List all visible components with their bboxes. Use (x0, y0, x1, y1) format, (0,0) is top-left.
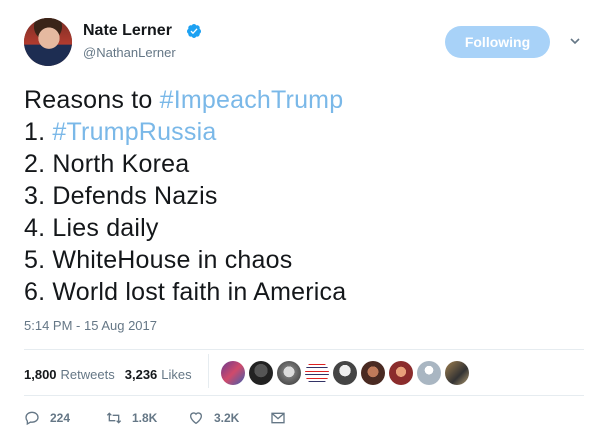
liker-avatar[interactable] (417, 361, 441, 385)
like-button[interactable]: 3.2K (188, 410, 270, 426)
retweets-count[interactable]: 1,800 (24, 367, 57, 382)
reply-count: 224 (50, 411, 71, 425)
liker-avatar[interactable] (333, 361, 357, 385)
following-button[interactable]: Following (445, 26, 550, 58)
tweet-line: Reasons to #ImpeachTrump (24, 84, 346, 116)
likes-count[interactable]: 3,236 (125, 367, 158, 382)
liker-avatars (221, 361, 469, 385)
divider (24, 349, 584, 350)
liker-avatar[interactable] (389, 361, 413, 385)
tweet-stats: 1,800 Retweets 3,236 Likes (24, 362, 202, 386)
retweet-count: 1.8K (132, 411, 158, 425)
hashtag-link[interactable]: #TrumpRussia (52, 118, 216, 146)
tweet-actions: 224 1.8K 3.2K (24, 410, 286, 426)
stats-separator (208, 354, 209, 388)
liker-avatar[interactable] (277, 361, 301, 385)
envelope-icon (271, 412, 285, 424)
author-avatar[interactable] (24, 18, 72, 66)
tweet-line: 3. Defends Nazis (24, 182, 218, 210)
like-count: 3.2K (214, 411, 240, 425)
heart-icon (189, 412, 203, 425)
tweet-line: 5. WhiteHouse in chaos (24, 246, 293, 274)
divider (24, 395, 584, 396)
tweet-line: 1. #TrumpRussia (24, 116, 346, 148)
liker-avatar[interactable] (361, 361, 385, 385)
likes-label[interactable]: Likes (161, 367, 191, 382)
tweet-line: 2. North Korea (24, 150, 190, 178)
verified-badge-icon (187, 24, 201, 38)
tweet-text-segment: Reasons to (24, 86, 160, 114)
tweet-text-segment: 1. (24, 118, 53, 146)
tweet-timestamp[interactable]: 5:14 PM - 15 Aug 2017 (24, 318, 157, 333)
tweet-text: Reasons to #ImpeachTrump 1. #TrumpRussia… (24, 84, 346, 308)
reply-icon (25, 411, 39, 426)
liker-avatar[interactable] (305, 361, 329, 385)
reply-button[interactable]: 224 (24, 410, 106, 426)
direct-message-button[interactable] (270, 410, 286, 426)
hashtag-link[interactable]: #ImpeachTrump (160, 86, 344, 114)
liker-avatar[interactable] (221, 361, 245, 385)
retweet-button[interactable]: 1.8K (106, 410, 188, 426)
retweets-label[interactable]: Retweets (61, 367, 115, 382)
tweet-line: 6. World lost faith in America (24, 278, 347, 306)
liker-avatar[interactable] (249, 361, 273, 385)
author-name[interactable]: Nate Lerner (83, 22, 172, 40)
tweet-line: 4. Lies daily (24, 214, 159, 242)
chevron-down-icon[interactable] (569, 36, 581, 46)
liker-avatar[interactable] (445, 361, 469, 385)
author-handle[interactable]: @NathanLerner (83, 45, 176, 60)
retweet-icon (106, 412, 122, 424)
